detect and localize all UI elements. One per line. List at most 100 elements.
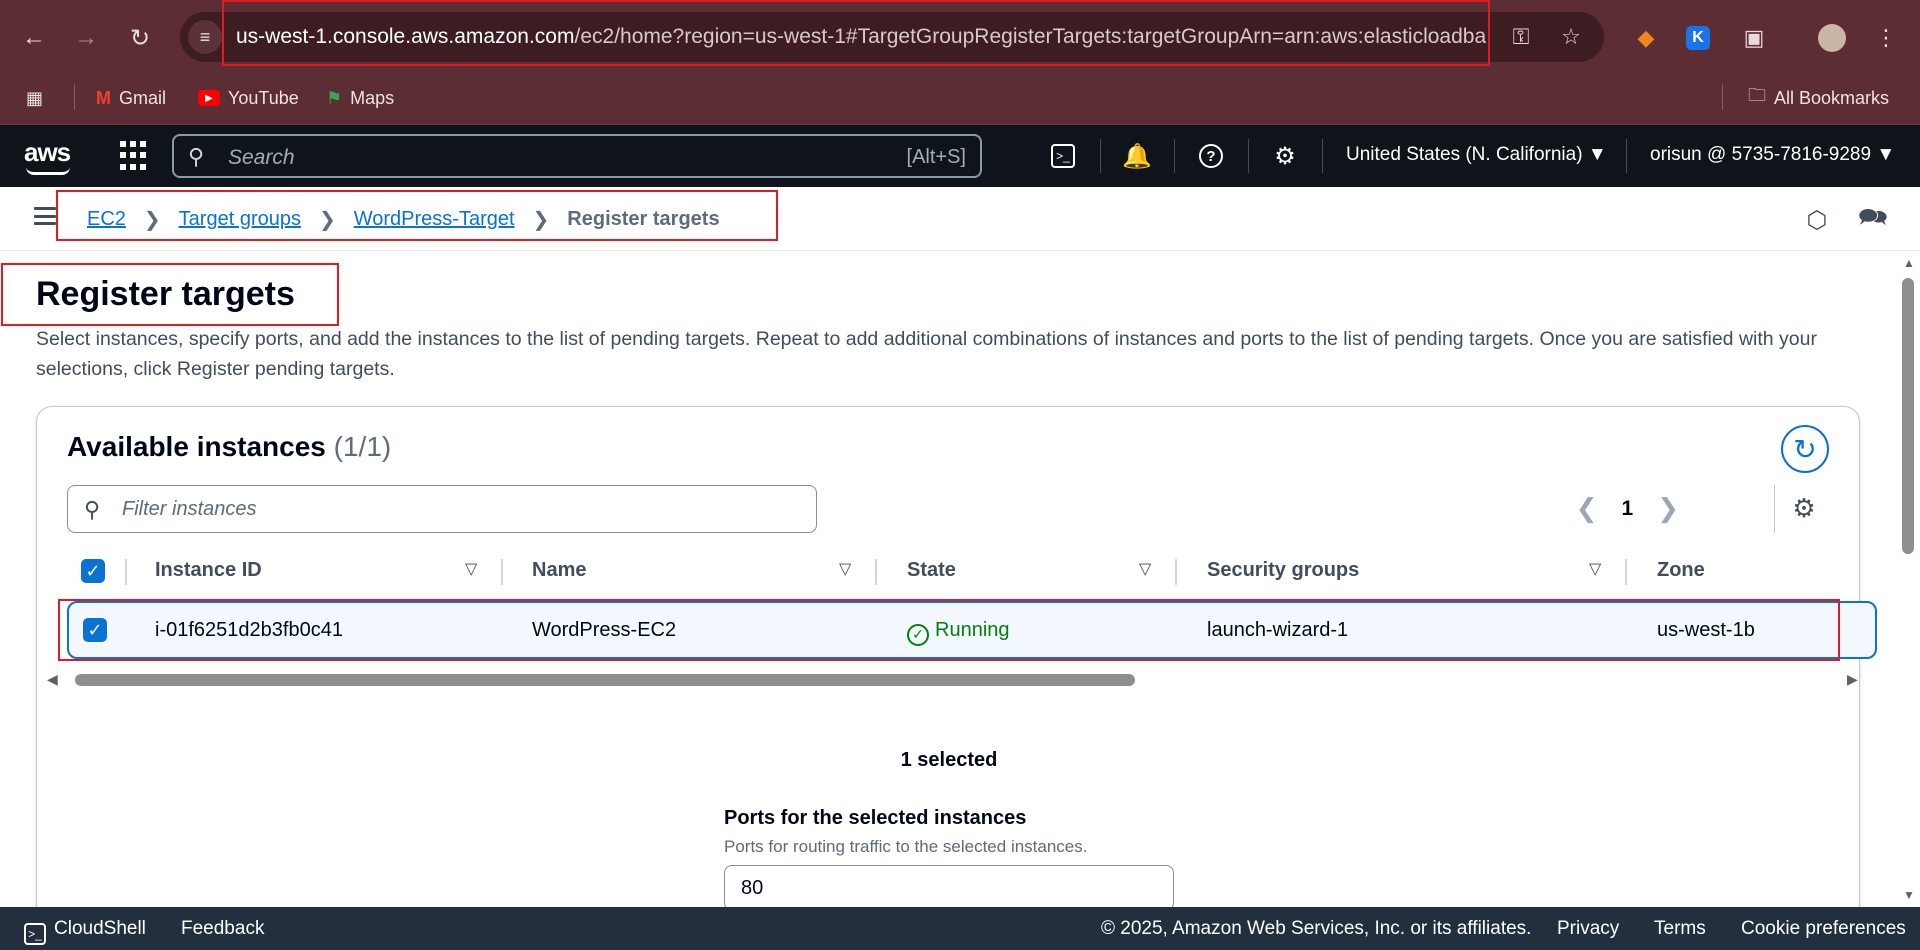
refresh-button[interactable]: ↻ bbox=[1781, 425, 1829, 473]
footer-feedback[interactable]: Feedback bbox=[181, 918, 264, 940]
bookmarks-divider bbox=[74, 84, 75, 110]
table-preferences-gear-icon[interactable]: ⚙ bbox=[1787, 491, 1821, 525]
url-text[interactable]: us-west-1.console.aws.amazon.com/ec2/hom… bbox=[236, 25, 1486, 49]
password-key-icon[interactable]: ⚿ bbox=[1506, 22, 1536, 52]
table-row[interactable]: ✓ i-01f6251d2b3fb0c41 WordPress-EC2 ✓ Run… bbox=[67, 601, 1877, 659]
youtube-icon: ▶ bbox=[198, 90, 220, 106]
forward-icon[interactable]: → bbox=[66, 18, 106, 58]
vertical-scrollbar[interactable]: ▲ ▼ bbox=[1898, 252, 1920, 907]
apps-grid-icon[interactable]: ▦ bbox=[26, 83, 43, 113]
folder-icon: 🗀 bbox=[1748, 85, 1766, 105]
footer-cloudshell[interactable]: >_ CloudShell bbox=[24, 918, 146, 945]
horizontal-scrollbar[interactable]: ◀ ▶ bbox=[47, 669, 1858, 689]
notifications-bell-icon[interactable]: 🔔 bbox=[1120, 139, 1154, 173]
instances-count: (1/1) bbox=[333, 431, 392, 462]
scroll-down-icon[interactable]: ▼ bbox=[1903, 888, 1915, 902]
refresh-icon: ↻ bbox=[1793, 433, 1817, 465]
address-bar[interactable]: ≡ us-west-1.console.aws.amazon.com/ec2/h… bbox=[180, 12, 1604, 62]
search-placeholder: Search bbox=[228, 146, 295, 169]
select-all-checkbox[interactable]: ✓ bbox=[81, 559, 105, 583]
back-icon[interactable]: ← bbox=[14, 18, 54, 58]
sort-caret-icon[interactable]: ▽ bbox=[1589, 559, 1601, 579]
column-divider bbox=[125, 559, 127, 585]
chevron-right-icon: ❯ bbox=[318, 209, 336, 231]
profile-avatar[interactable] bbox=[1816, 22, 1848, 54]
cloudshell-icon[interactable]: >_ bbox=[1046, 139, 1080, 173]
nav-separator bbox=[1100, 139, 1101, 173]
col-instance-id[interactable]: Instance ID bbox=[155, 559, 262, 582]
cell-zone: us-west-1b bbox=[1657, 619, 1755, 641]
footer: >_ CloudShell Feedback © 2025, Amazon Web… bbox=[0, 907, 1920, 950]
site-info-icon[interactable]: ≡ bbox=[188, 20, 222, 54]
status-ok-icon: ✓ bbox=[907, 623, 929, 646]
next-page-icon[interactable]: ❯ bbox=[1657, 493, 1679, 524]
page-title: Register targets bbox=[36, 275, 295, 313]
col-name[interactable]: Name bbox=[532, 559, 586, 582]
search-shortcut-hint: [Alt+S] bbox=[906, 146, 966, 168]
account-menu[interactable]: orisun @ 5735-7816-9289 ▼ bbox=[1650, 144, 1895, 166]
browser-menu-icon[interactable]: ⋮ bbox=[1870, 22, 1902, 54]
chevron-right-icon: ❯ bbox=[143, 209, 161, 231]
selected-count: 1 selected bbox=[900, 749, 998, 771]
scroll-left-icon[interactable]: ◀ bbox=[47, 671, 58, 688]
column-divider[interactable] bbox=[501, 559, 503, 585]
help-icon[interactable]: ? bbox=[1194, 139, 1228, 173]
column-divider[interactable] bbox=[1175, 559, 1177, 585]
instances-heading: Available instances (1/1) bbox=[67, 431, 392, 462]
footer-privacy[interactable]: Privacy bbox=[1557, 918, 1619, 940]
services-menu-icon[interactable] bbox=[120, 141, 150, 171]
caret-down-icon: ▼ bbox=[1587, 144, 1607, 165]
info-panel-icon[interactable]: ⬡ bbox=[1802, 205, 1832, 235]
col-security-groups[interactable]: Security groups bbox=[1207, 559, 1359, 582]
horizontal-scroll-thumb[interactable] bbox=[75, 674, 1135, 686]
filter-placeholder: Filter instances bbox=[122, 498, 257, 520]
sort-caret-icon[interactable]: ▽ bbox=[839, 559, 851, 579]
column-divider[interactable] bbox=[875, 559, 877, 585]
scroll-right-icon[interactable]: ▶ bbox=[1847, 671, 1858, 688]
caret-down-icon: ▼ bbox=[1876, 144, 1896, 165]
footer-terms[interactable]: Terms bbox=[1654, 918, 1706, 940]
available-instances-panel: Available instances (1/1) ↻ ⚲ Filter ins… bbox=[36, 406, 1877, 950]
sort-caret-icon[interactable]: ▽ bbox=[1139, 559, 1151, 579]
row-checkbox[interactable]: ✓ bbox=[83, 618, 107, 642]
nav-separator bbox=[1248, 139, 1249, 173]
nav-separator bbox=[1626, 139, 1627, 173]
col-zone[interactable]: Zone bbox=[1657, 559, 1705, 582]
col-state[interactable]: State bbox=[907, 559, 956, 582]
previous-page-icon[interactable]: ❮ bbox=[1576, 493, 1598, 524]
feedback-panel-icon[interactable]: 🗪 bbox=[1858, 204, 1888, 235]
footer-cookie-preferences[interactable]: Cookie preferences bbox=[1741, 918, 1906, 940]
search-icon: ⚲ bbox=[84, 497, 101, 522]
metamask-extension-icon[interactable]: ◆ bbox=[1630, 22, 1662, 54]
bookmark-star-icon[interactable]: ☆ bbox=[1556, 22, 1586, 52]
scroll-up-icon[interactable]: ▲ bbox=[1903, 256, 1915, 270]
column-divider[interactable] bbox=[1625, 559, 1627, 585]
all-bookmarks[interactable]: 🗀 All Bookmarks bbox=[1748, 83, 1889, 113]
bookmark-gmail[interactable]: M Gmail bbox=[96, 83, 166, 113]
aws-search-input[interactable]: ⚲ Search [Alt+S] bbox=[172, 134, 982, 178]
search-icon: ⚲ bbox=[188, 144, 205, 169]
filter-instances-input[interactable]: ⚲ Filter instances bbox=[67, 485, 817, 533]
aws-logo[interactable]: aws bbox=[24, 137, 71, 168]
reload-icon[interactable]: ↻ bbox=[120, 18, 160, 58]
breadcrumb-current: Register targets bbox=[567, 208, 720, 230]
nav-separator bbox=[1322, 139, 1323, 173]
bookmark-maps[interactable]: ⚑ Maps bbox=[326, 83, 394, 113]
ports-input[interactable] bbox=[724, 865, 1174, 911]
breadcrumb-bar: EC2 ❯ Target groups ❯ WordPress-Target ❯… bbox=[0, 187, 1920, 251]
vertical-scroll-thumb[interactable] bbox=[1902, 278, 1914, 554]
breadcrumb-target-groups[interactable]: Target groups bbox=[179, 208, 301, 231]
side-nav-menu-icon[interactable] bbox=[34, 207, 56, 225]
sort-caret-icon[interactable]: ▽ bbox=[465, 559, 477, 579]
breadcrumb: EC2 ❯ Target groups ❯ WordPress-Target ❯… bbox=[87, 207, 720, 232]
page-number[interactable]: 1 bbox=[1622, 497, 1634, 521]
breadcrumb-ec2[interactable]: EC2 bbox=[87, 208, 126, 231]
breadcrumb-wordpress-target[interactable]: WordPress-Target bbox=[354, 208, 515, 231]
cell-security-groups: launch-wizard-1 bbox=[1207, 619, 1349, 641]
k-extension-icon[interactable]: K bbox=[1682, 22, 1714, 54]
region-selector[interactable]: United States (N. California) ▼ bbox=[1346, 144, 1607, 166]
settings-gear-icon[interactable]: ⚙ bbox=[1268, 139, 1302, 173]
extensions-puzzle-icon[interactable]: ▣ bbox=[1738, 22, 1770, 54]
ports-label: Ports for the selected instances bbox=[724, 807, 1027, 829]
bookmark-youtube[interactable]: ▶ YouTube bbox=[198, 83, 299, 113]
